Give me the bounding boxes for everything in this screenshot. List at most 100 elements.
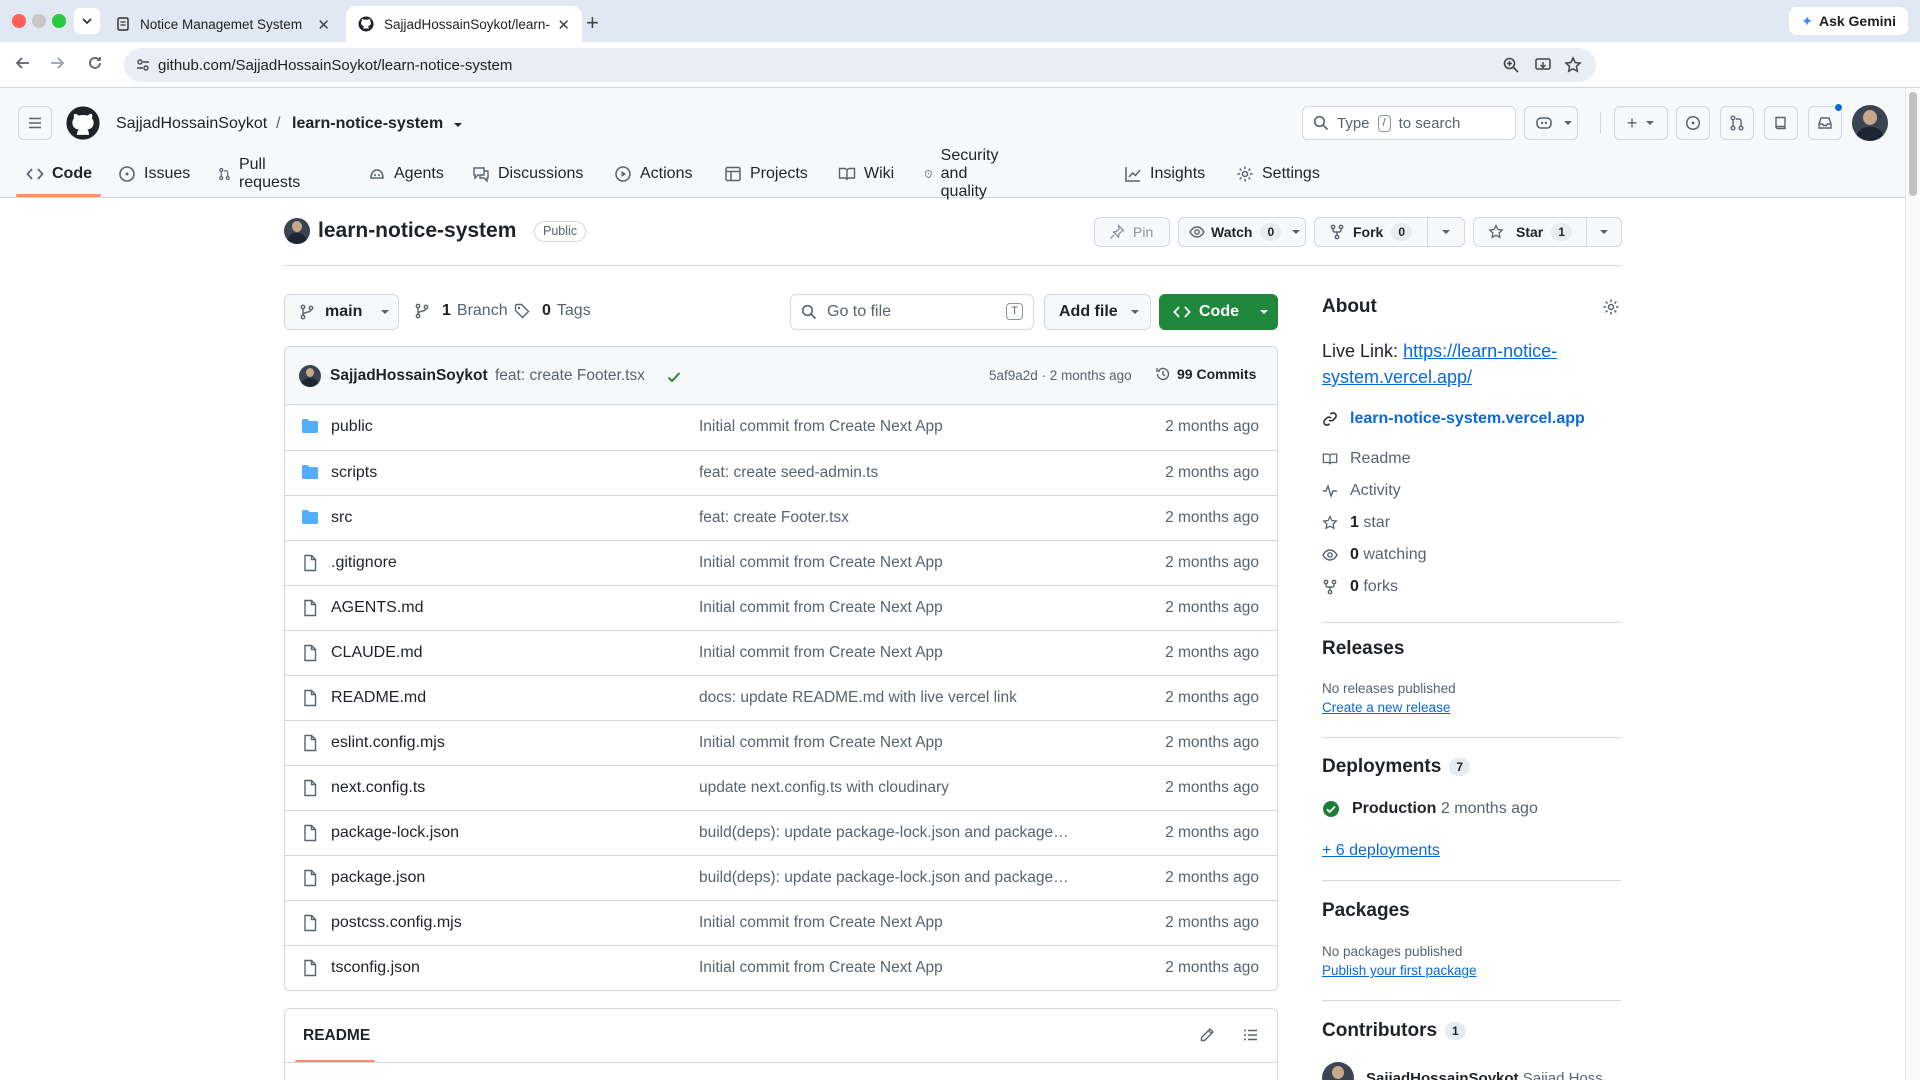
- address-bar[interactable]: github.com/SajjadHossainSoykot/learn-not…: [124, 48, 1596, 82]
- file-commit-message[interactable]: Initial commit from Create Next App: [699, 734, 1069, 752]
- file-commit-message[interactable]: build(deps): update package-lock.json an…: [699, 824, 1069, 842]
- tab-discussions[interactable]: Discussions: [472, 150, 583, 198]
- live-link-url-cont[interactable]: system.vercel.app/: [1322, 367, 1472, 387]
- file-row[interactable]: public Initial commit from Create Next Ap…: [285, 405, 1277, 450]
- file-commit-message[interactable]: docs: update README.md with live vercel …: [699, 689, 1069, 707]
- commit-author-avatar[interactable]: [299, 365, 321, 387]
- file-commit-message[interactable]: feat: create Footer.tsx: [699, 509, 1069, 527]
- create-release-link[interactable]: Create a new release: [1322, 700, 1450, 715]
- file-commit-message[interactable]: Initial commit from Create Next App: [699, 644, 1069, 662]
- file-commit-message[interactable]: Initial commit from Create Next App: [699, 554, 1069, 572]
- browser-tab-notice[interactable]: Notice Managemet System ✕: [104, 6, 342, 42]
- file-row[interactable]: src feat: create Footer.tsx 2 months ago: [285, 495, 1277, 540]
- file-row[interactable]: AGENTS.md Initial commit from Create Next…: [285, 585, 1277, 630]
- file-commit-message[interactable]: Initial commit from Create Next App: [699, 914, 1069, 932]
- forks-link[interactable]: 0 forks: [1322, 578, 1398, 596]
- file-name[interactable]: AGENTS.md: [331, 599, 423, 617]
- file-row[interactable]: package-lock.json build(deps): update pac…: [285, 810, 1277, 855]
- deployments-heading[interactable]: Deployments 7: [1322, 756, 1470, 778]
- deployment-production[interactable]: Production 2 months ago: [1322, 800, 1538, 818]
- releases-heading[interactable]: Releases: [1322, 638, 1404, 660]
- file-name[interactable]: tsconfig.json: [331, 959, 420, 977]
- commit-message[interactable]: feat: create Footer.tsx: [495, 367, 645, 385]
- tab-actions[interactable]: Actions: [614, 150, 692, 198]
- commits-link[interactable]: 99 Commits: [1155, 366, 1256, 382]
- tab-agents[interactable]: Agents: [368, 150, 444, 198]
- commit-hash-time[interactable]: 5af9a2d · 2 months ago: [989, 368, 1132, 383]
- close-window-button[interactable]: [12, 14, 26, 28]
- go-to-file-input[interactable]: Go to file T: [790, 294, 1034, 330]
- pencil-icon[interactable]: [1199, 1027, 1215, 1043]
- file-row[interactable]: next.config.ts update next.config.ts with…: [285, 765, 1277, 810]
- fork-dropdown-button[interactable]: [1427, 217, 1465, 247]
- menu-button[interactable]: [18, 106, 52, 140]
- live-link-url[interactable]: https://learn-notice-: [1403, 341, 1557, 361]
- file-name[interactable]: README.md: [331, 689, 426, 707]
- file-commit-message[interactable]: update next.config.ts with cloudinary: [699, 779, 1069, 797]
- file-name[interactable]: postcss.config.mjs: [331, 914, 462, 932]
- pin-button[interactable]: Pin: [1094, 217, 1170, 247]
- packages-heading[interactable]: Packages: [1322, 900, 1410, 922]
- create-new-button[interactable]: +: [1614, 106, 1668, 140]
- tab-settings[interactable]: Settings: [1236, 150, 1320, 198]
- file-name[interactable]: package-lock.json: [331, 824, 459, 842]
- new-tab-button[interactable]: +: [586, 10, 599, 36]
- file-row[interactable]: .gitignore Initial commit from Create Nex…: [285, 540, 1277, 585]
- star-dropdown-button[interactable]: [1586, 217, 1622, 247]
- file-row[interactable]: tsconfig.json Initial commit from Create …: [285, 945, 1277, 990]
- caret-down-icon[interactable]: [452, 120, 464, 130]
- page-scrollbar[interactable]: [1905, 88, 1920, 1080]
- issues-button[interactable]: [1676, 106, 1710, 140]
- tab-code[interactable]: Code: [26, 150, 92, 198]
- owner-link[interactable]: SajjadHossainSoykot: [116, 115, 267, 133]
- file-name[interactable]: eslint.config.mjs: [331, 734, 445, 752]
- check-icon[interactable]: [666, 369, 682, 385]
- file-row[interactable]: postcss.config.mjs Initial commit from Cr…: [285, 900, 1277, 945]
- stars-link[interactable]: 1 star: [1322, 514, 1390, 532]
- tags-link[interactable]: 0 Tags: [514, 302, 591, 320]
- file-row[interactable]: package.json build(deps): update package-…: [285, 855, 1277, 900]
- file-commit-message[interactable]: Initial commit from Create Next App: [699, 418, 1069, 436]
- tab-insights[interactable]: Insights: [1124, 150, 1205, 198]
- file-commit-message[interactable]: feat: create seed-admin.ts: [699, 464, 1069, 482]
- tab-search-button[interactable]: [74, 8, 100, 34]
- more-deployments-link[interactable]: + 6 deployments: [1322, 838, 1440, 864]
- contributor-avatar[interactable]: [1322, 1062, 1354, 1080]
- add-file-button[interactable]: Add file: [1044, 294, 1151, 330]
- outline-list-icon[interactable]: [1243, 1027, 1259, 1043]
- github-logo-icon[interactable]: [66, 106, 100, 140]
- file-name[interactable]: CLAUDE.md: [331, 644, 423, 662]
- publish-package-link[interactable]: Publish your first package: [1322, 963, 1477, 978]
- zoom-window-button[interactable]: [52, 14, 66, 28]
- forward-icon[interactable]: [48, 54, 66, 72]
- file-name[interactable]: next.config.ts: [331, 779, 425, 797]
- code-button[interactable]: Code: [1159, 294, 1278, 330]
- close-tab-icon[interactable]: ✕: [557, 16, 570, 34]
- ask-gemini-button[interactable]: ✦ Ask Gemini: [1789, 7, 1908, 35]
- readme-link[interactable]: Readme: [1322, 450, 1410, 468]
- file-row[interactable]: eslint.config.mjs Initial commit from Cre…: [285, 720, 1277, 765]
- file-name[interactable]: public: [331, 418, 373, 436]
- tab-projects[interactable]: Projects: [724, 150, 808, 198]
- file-row[interactable]: scripts feat: create seed-admin.ts 2 month…: [285, 450, 1277, 495]
- contributor-name[interactable]: SajjadHossainSoykot Sajjad Hoss: [1366, 1070, 1603, 1080]
- install-app-icon[interactable]: [1534, 56, 1552, 74]
- file-commit-message[interactable]: Initial commit from Create Next App: [699, 959, 1069, 977]
- branches-link[interactable]: 1 Branch: [414, 302, 508, 320]
- website-link[interactable]: learn-notice-system.vercel.app: [1322, 410, 1585, 428]
- file-commit-message[interactable]: Initial commit from Create Next App: [699, 599, 1069, 617]
- readme-tab[interactable]: README: [303, 1027, 370, 1045]
- tab-pull-requests[interactable]: Pull requests: [218, 150, 305, 198]
- repositories-button[interactable]: [1764, 106, 1798, 140]
- back-icon[interactable]: [14, 54, 32, 72]
- tab-security[interactable]: Security and quality: [924, 147, 1008, 200]
- reload-icon[interactable]: [86, 54, 104, 72]
- file-row[interactable]: CLAUDE.md Initial commit from Create Next…: [285, 630, 1277, 675]
- scrollbar-thumb[interactable]: [1909, 92, 1917, 196]
- owner-avatar[interactable]: [284, 218, 310, 244]
- repo-title[interactable]: learn-notice-system: [318, 219, 516, 243]
- user-avatar[interactable]: [1852, 105, 1888, 141]
- tab-wiki[interactable]: Wiki: [838, 150, 894, 198]
- file-name[interactable]: .gitignore: [331, 554, 397, 572]
- site-info-icon[interactable]: [136, 58, 150, 72]
